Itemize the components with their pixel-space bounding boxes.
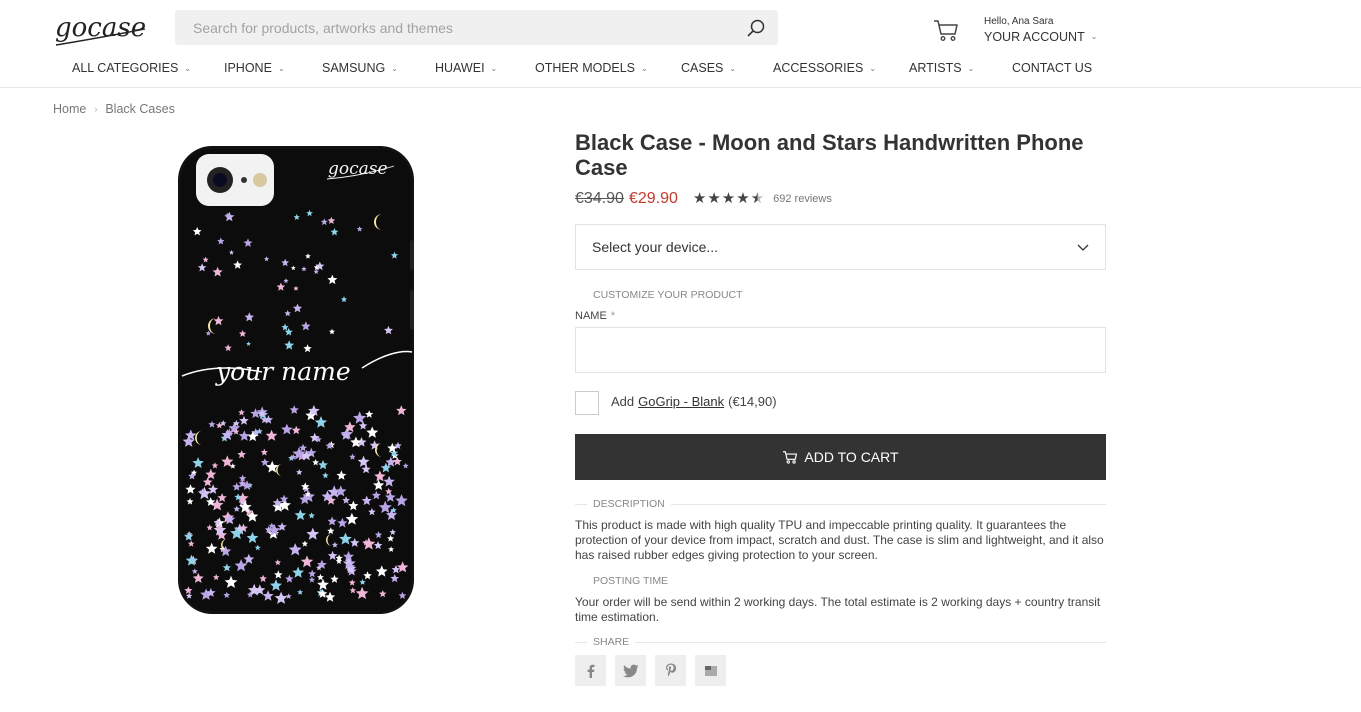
description-label: DESCRIPTION [593, 498, 665, 510]
customize-heading: CUSTOMIZE YOUR PRODUCT [593, 289, 743, 301]
nav-label: SAMSUNG [322, 61, 386, 75]
nav-iphone[interactable]: IPHONE ⌄ [224, 61, 285, 75]
posting-time-label: POSTING TIME [593, 575, 669, 587]
half-star-icon: ★ [750, 190, 765, 207]
divider [635, 641, 1106, 643]
nav-label: CASES [681, 61, 724, 75]
gocase-logo[interactable]: gocase [53, 12, 149, 50]
facebook-icon [587, 664, 594, 678]
chevron-down-icon: ⌄ [641, 63, 648, 73]
nav-contact-us[interactable]: CONTACT US [1012, 61, 1092, 75]
account-menu[interactable]: Hello, Ana Sara YOUR ACCOUNT ⌄ [984, 16, 1097, 44]
device-select[interactable]: Select your device... [575, 224, 1106, 270]
posting-time-heading: POSTING TIME [575, 574, 1106, 588]
breadcrumb: Home › Black Cases [53, 102, 175, 116]
search-bar [175, 10, 778, 45]
twitter-icon [622, 664, 638, 677]
chevron-down-icon: ⌄ [277, 63, 285, 73]
chevron-down-icon: ⌄ [869, 63, 877, 73]
nav-label: ARTISTS [909, 61, 962, 75]
breadcrumb-black-cases[interactable]: Black Cases [105, 102, 174, 116]
chevron-down-icon: ⌄ [1090, 32, 1098, 41]
share-facebook-button[interactable] [575, 655, 606, 686]
nav-label: CONTACT US [1012, 61, 1093, 75]
current-price: €29.90 [628, 190, 678, 207]
account-label-text: YOUR ACCOUNT [984, 30, 1085, 44]
required-mark: * [610, 310, 616, 322]
product-title: Black Case - Moon and Stars Handwritten … [575, 130, 1084, 180]
chevron-down-icon: ⌄ [184, 63, 191, 73]
gogrip-checkbox[interactable] [575, 391, 599, 415]
star-icon: ★ [707, 190, 721, 207]
star-icon: ★ [721, 190, 736, 207]
nav-label: IPHONE [224, 61, 272, 75]
nav-samsung[interactable]: SAMSUNG ⌄ [322, 61, 398, 75]
breadcrumb-home[interactable]: Home [53, 102, 86, 116]
share-twitter-button[interactable] [615, 655, 646, 686]
name-label: NAME * [575, 310, 615, 322]
description-text: This product is made with high quality T… [575, 518, 1104, 562]
gogrip-label: Add GoGrip - Blank (€14,90) [611, 394, 777, 409]
posting-time-text: Your order will be send within 2 working… [575, 595, 1101, 624]
chevron-down-icon: ⌄ [391, 63, 398, 73]
star-icon: ★ [736, 190, 750, 207]
nav-accessories[interactable]: ACCESSORIES ⌄ [773, 61, 876, 75]
name-label-text: NAME [575, 310, 607, 322]
share-email-button[interactable] [695, 655, 726, 686]
gogrip-link[interactable]: GoGrip - Blank [638, 394, 724, 409]
nav-label: OTHER MODELS [535, 61, 636, 75]
divider [575, 581, 587, 582]
chevron-down-icon: ⌄ [729, 63, 737, 73]
share-buttons [575, 655, 726, 686]
divider [575, 641, 587, 643]
nav-huawei[interactable]: HUAWEI ⌄ [435, 61, 497, 75]
chevron-down-icon: ⌄ [967, 63, 975, 73]
account-label[interactable]: YOUR ACCOUNT ⌄ [984, 30, 1097, 44]
gogrip-prefix: Add [611, 394, 635, 409]
star-icon: ★ [692, 190, 707, 207]
nav-label: ALL CATEGORIES [72, 61, 179, 75]
device-select-value: Select your device... [592, 239, 719, 255]
cart-icon[interactable] [933, 18, 959, 42]
chevron-down-icon: ⌄ [490, 63, 498, 73]
share-label: SHARE [593, 636, 630, 648]
add-to-cart-button[interactable]: ADD TO CART [575, 434, 1106, 480]
chevron-down-icon [1077, 244, 1089, 251]
cart-icon [783, 451, 798, 464]
chevron-right-icon: › [94, 104, 98, 114]
pinterest-icon [665, 663, 676, 677]
share-heading: SHARE [575, 635, 1106, 649]
case-logo-text: gocase [328, 159, 388, 179]
your-name-text: your name [215, 357, 351, 386]
search-icon[interactable] [746, 18, 766, 38]
email-icon [704, 665, 717, 676]
name-input[interactable] [575, 327, 1106, 373]
divider [670, 503, 1106, 505]
nav-label: ACCESSORIES [773, 61, 864, 75]
main-nav: ALL CATEGORIES ⌄ IPHONE ⌄ SAMSUNG ⌄ HUAWEI ⌄… [0, 54, 1361, 88]
logo-text: gocase [55, 13, 146, 43]
gogrip-price: (€14,90) [728, 394, 777, 409]
review-count[interactable]: 692 reviews [773, 193, 832, 205]
product-image: gocase your name [178, 146, 414, 614]
share-pinterest-button[interactable] [655, 655, 686, 686]
account-greeting: Hello, Ana Sara [984, 16, 1054, 27]
price-row: €34.90 €29.90 ★ ★ ★ ★ ★ 692 reviews [575, 190, 832, 208]
description-heading: DESCRIPTION [575, 497, 1106, 511]
add-to-cart-label: ADD TO CART [804, 449, 899, 465]
divider [575, 503, 587, 505]
old-price: €34.90 [575, 190, 624, 207]
nav-artists[interactable]: ARTISTS ⌄ [909, 61, 974, 75]
nav-other-models[interactable]: OTHER MODELS ⌄ [535, 61, 648, 75]
rating-stars[interactable]: ★ ★ ★ ★ ★ [693, 191, 764, 207]
nav-cases[interactable]: CASES ⌄ [681, 61, 736, 75]
nav-all-categories[interactable]: ALL CATEGORIES ⌄ [72, 61, 191, 75]
search-input[interactable] [193, 19, 733, 36]
nav-label: HUAWEI [435, 61, 485, 75]
